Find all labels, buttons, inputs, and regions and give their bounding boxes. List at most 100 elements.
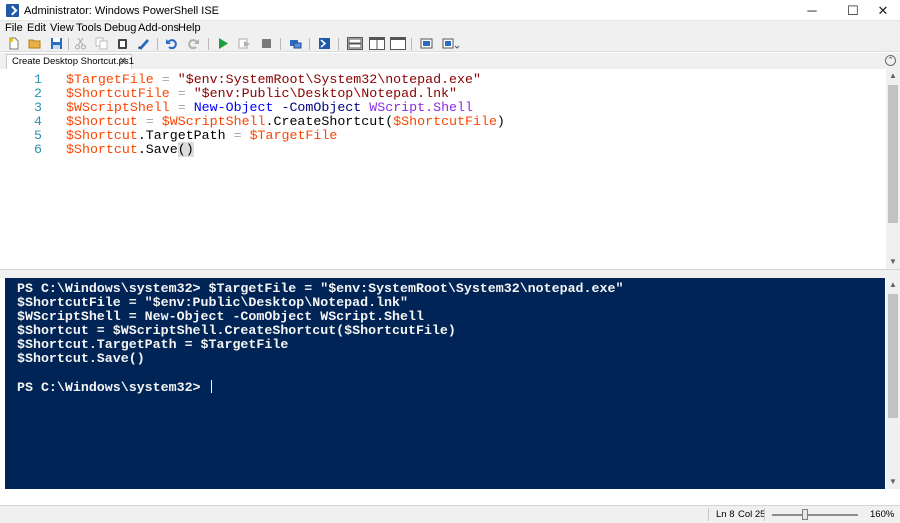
- toolbar: [0, 36, 900, 52]
- menu-debug[interactable]: Debug: [104, 22, 136, 34]
- line-number: 3: [34, 100, 42, 115]
- line-number: 6: [34, 142, 42, 157]
- code-token: $Shortcut: [66, 114, 138, 129]
- clear-console-icon[interactable]: [137, 37, 150, 50]
- run-icon[interactable]: [216, 37, 229, 50]
- pane-splitter[interactable]: [0, 269, 900, 278]
- code-text: $ShortcutFile = "$env:Public\Desktop\Not…: [66, 87, 457, 101]
- tab-create-desktop-shortcut[interactable]: Create Desktop Shortcut.ps1 ✕: [6, 54, 134, 69]
- column-indicator: Col 25: [738, 509, 766, 520]
- editor-scroll-thumb[interactable]: [888, 85, 898, 223]
- menu-bar: File Edit View Tools Debug Add-ons Help: [0, 21, 900, 36]
- console-line: $Shortcut.Save(): [17, 351, 145, 366]
- close-button[interactable]: ✕: [866, 0, 900, 21]
- save-icon[interactable]: [50, 37, 63, 50]
- code-token: ): [496, 114, 505, 129]
- toolbar-separator: [68, 38, 69, 50]
- menu-edit[interactable]: Edit: [27, 22, 46, 34]
- open-icon[interactable]: [28, 37, 41, 50]
- status-separator: [708, 508, 709, 521]
- menu-file[interactable]: File: [5, 22, 23, 34]
- powershell-icon[interactable]: [318, 37, 331, 50]
- zoom-level: 160%: [870, 509, 895, 520]
- scroll-up-arrow-icon[interactable]: ▲: [886, 278, 900, 292]
- pane-max-icon[interactable]: [390, 37, 406, 50]
- menu-add-ons[interactable]: Add-ons: [138, 22, 179, 34]
- show-commands-icon[interactable]: [420, 37, 433, 50]
- code-token: =: [225, 128, 250, 143]
- code-line: 6 $Shortcut.Save(): [0, 142, 886, 157]
- scroll-up-arrow-icon[interactable]: ▲: [886, 69, 900, 83]
- code-token: =: [169, 100, 194, 115]
- toolbar-separator: [309, 38, 310, 50]
- line-number: 4: [34, 114, 42, 129]
- code-token: .CreateShortcut(: [265, 114, 394, 129]
- code-token: WScript.Shell: [369, 100, 473, 115]
- console-line: $Shortcut.TargetPath = $TargetFile: [17, 337, 289, 352]
- show-addon-icon[interactable]: [442, 37, 460, 50]
- editor-vertical-scrollbar[interactable]: ▲ ▼: [886, 69, 900, 269]
- code-line: 1 $TargetFile = "$env:SystemRoot\System32…: [0, 73, 886, 87]
- zoom-slider-track[interactable]: [772, 514, 858, 516]
- console-line: $ShortcutFile = "$env:Public\Desktop\Not…: [17, 295, 408, 310]
- code-text: $Shortcut.TargetPath = $TargetFile: [66, 129, 337, 143]
- script-tab-bar: Create Desktop Shortcut.ps1 ✕ ⌃: [0, 53, 900, 69]
- pane-right-icon[interactable]: [369, 37, 385, 50]
- console-line: PS C:\Windows\system32> $TargetFile = "$…: [17, 281, 624, 296]
- console-scroll-thumb[interactable]: [888, 294, 898, 418]
- redo-icon[interactable]: [187, 37, 200, 50]
- code-token: $TargetFile: [66, 72, 154, 87]
- run-selection-icon[interactable]: [238, 37, 251, 50]
- console-vertical-scrollbar[interactable]: ▲ ▼: [886, 278, 900, 489]
- code-text: $TargetFile = "$env:SystemRoot\System32\…: [66, 73, 481, 87]
- toolbar-separator: [338, 38, 339, 50]
- console-pane[interactable]: PS C:\Windows\system32> $TargetFile = "$…: [5, 278, 885, 489]
- paste-icon[interactable]: [116, 37, 129, 50]
- window-title: Administrator: Windows PowerShell ISE: [24, 5, 220, 17]
- line-number: 1: [34, 72, 42, 87]
- code-token: =: [137, 114, 162, 129]
- zoom-slider-thumb[interactable]: [802, 509, 808, 520]
- scroll-down-arrow-icon[interactable]: ▼: [886, 475, 900, 489]
- code-token: $Shortcut: [66, 128, 138, 143]
- pane-top-icon[interactable]: [347, 37, 363, 50]
- text-cursor: [210, 380, 212, 393]
- line-number: 5: [34, 128, 42, 143]
- line-number: 2: [34, 86, 42, 101]
- code-token: .Save: [137, 142, 178, 157]
- code-token: $WScriptShell: [161, 114, 266, 129]
- code-token: New-Object: [193, 100, 274, 115]
- status-bar: Ln 8 Col 25 160%: [0, 505, 900, 523]
- menu-help[interactable]: Help: [178, 22, 201, 34]
- remote-icon[interactable]: [289, 37, 302, 50]
- code-token: (): [177, 142, 194, 157]
- undo-icon[interactable]: [165, 37, 178, 50]
- tab-close-icon[interactable]: ✕: [119, 56, 127, 67]
- code-token: $TargetFile: [249, 128, 338, 143]
- line-indicator: Ln 8: [716, 509, 735, 520]
- new-icon[interactable]: [7, 37, 20, 50]
- collapse-script-pane-icon[interactable]: ⌃: [885, 55, 896, 66]
- scroll-down-arrow-icon[interactable]: ▼: [886, 255, 900, 269]
- menu-tools[interactable]: Tools: [76, 22, 102, 34]
- menu-view[interactable]: View: [50, 22, 74, 34]
- code-text: $Shortcut.Save(): [66, 142, 194, 157]
- maximize-button[interactable]: ☐: [836, 0, 870, 21]
- code-line: 2 $ShortcutFile = "$env:Public\Desktop\No…: [0, 87, 886, 101]
- console-prompt-line: PS C:\Windows\system32>: [17, 380, 212, 395]
- cut-icon[interactable]: [74, 37, 87, 50]
- stop-icon[interactable]: [260, 37, 273, 50]
- powershell-ise-icon: [6, 4, 19, 17]
- copy-icon[interactable]: [95, 37, 108, 50]
- tab-label: Create Desktop Shortcut.ps1: [12, 56, 134, 67]
- code-line: 4 $Shortcut = $WScriptShell.CreateShortcu…: [0, 115, 886, 129]
- minimize-button[interactable]: ─: [795, 0, 829, 21]
- code-token: =: [169, 86, 194, 101]
- script-editor[interactable]: 1 $TargetFile = "$env:SystemRoot\System32…: [0, 69, 886, 269]
- code-token: =: [153, 72, 178, 87]
- code-token: -ComObject: [273, 100, 370, 115]
- code-token: "$env:Public\Desktop\Notepad.lnk": [193, 86, 458, 101]
- code-line: 3 $WScriptShell = New-Object -ComObject W…: [0, 101, 886, 115]
- code-token: $WScriptShell: [66, 100, 170, 115]
- console-prompt: PS C:\Windows\system32>: [17, 380, 209, 395]
